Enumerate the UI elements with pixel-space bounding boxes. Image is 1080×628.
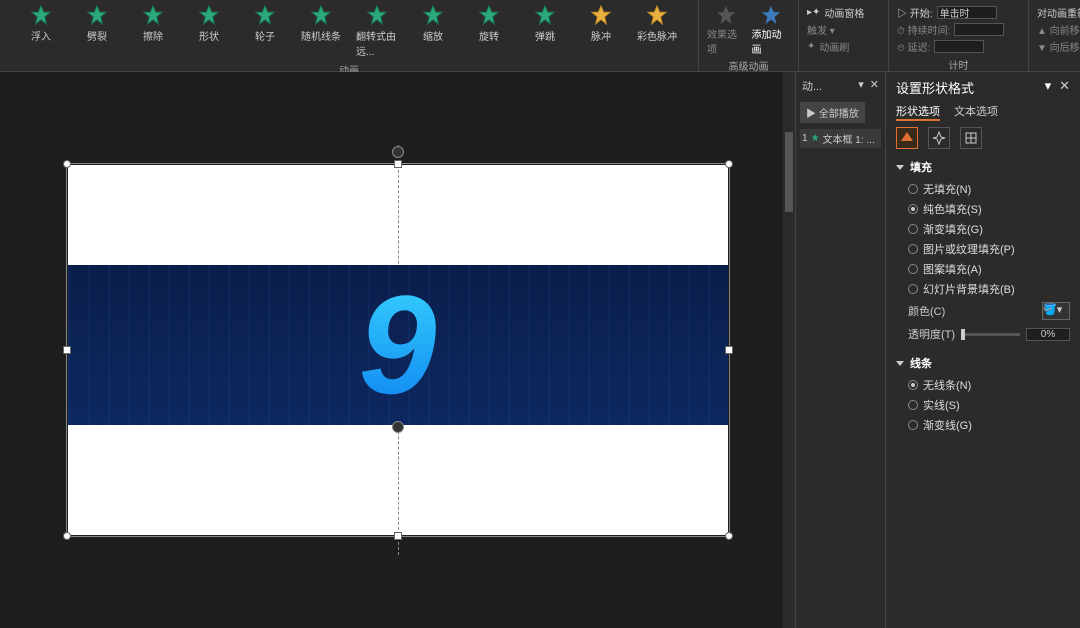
- fill-section: 填充 无填充(N)纯色填充(S)渐变填充(G)图片或纹理填充(P)图案填充(A)…: [896, 159, 1070, 345]
- color-swatch[interactable]: 🪣▾: [1042, 302, 1070, 320]
- effects-icon[interactable]: [928, 127, 950, 149]
- animation-pane-button[interactable]: ▸✦动画窗格: [807, 4, 880, 21]
- line-option-1[interactable]: 实线(S): [896, 395, 1070, 415]
- fill-section-header[interactable]: 填充: [896, 159, 1070, 175]
- anim-list-item[interactable]: 1 ★ 文本框 1: ...: [800, 129, 881, 148]
- line-section: 线条 无线条(N)实线(S)渐变线(G): [896, 355, 1070, 435]
- move-earlier-button: ▲ 向前移动: [1037, 21, 1080, 38]
- transparency-label: 透明度(T): [908, 326, 955, 342]
- anim-gallery-随机线条[interactable]: 随机线条: [300, 4, 342, 58]
- animation-painter-button[interactable]: ✦ 动画刷: [807, 38, 880, 55]
- scrollbar-vertical[interactable]: [783, 72, 795, 628]
- anim-gallery-旋转[interactable]: 旋转: [468, 4, 510, 58]
- ribbon-animation-group: 浮入劈裂擦除形状轮子随机线条翻转式由远...缩放旋转弹跳脉冲彩色脉冲 动画: [0, 0, 698, 71]
- anim-gallery-缩放[interactable]: 缩放: [412, 4, 454, 58]
- ribbon-section-timing: 计时: [897, 57, 1020, 72]
- transparency-input[interactable]: [1026, 328, 1070, 341]
- fill-line-icon[interactable]: [896, 127, 918, 149]
- anim-gallery-彩色脉冲[interactable]: 彩色脉冲: [636, 4, 678, 58]
- line-option-2[interactable]: 渐变线(G): [896, 415, 1070, 435]
- format-pane-dropdown[interactable]: ▾: [1045, 78, 1052, 93]
- anim-pane-close[interactable]: ✕: [870, 79, 879, 91]
- anim-gallery-劈裂[interactable]: 劈裂: [76, 4, 118, 58]
- selection-box: [66, 163, 730, 537]
- anim-pane-dropdown[interactable]: ▾: [858, 79, 864, 91]
- line-section-header[interactable]: 线条: [896, 355, 1070, 371]
- color-label: 颜色(C): [908, 303, 945, 319]
- size-props-icon[interactable]: [960, 127, 982, 149]
- anim-item-index: 1: [802, 133, 808, 144]
- anim-pane-title: 动...: [802, 78, 822, 94]
- handle-sw[interactable]: [63, 532, 71, 540]
- trigger-button[interactable]: 触发 ▾: [807, 21, 880, 38]
- fill-option-3[interactable]: 图片或纹理填充(P): [896, 239, 1070, 259]
- handle-nw[interactable]: [63, 160, 71, 168]
- timing-duration-row: ⏱ 持续时间:: [897, 21, 1020, 38]
- anim-item-label: 文本框 1: ...: [823, 131, 875, 146]
- workspace: 9 动... ▾✕ ▶ 全部播放 1 ★ 文: [0, 72, 1080, 628]
- handle-n[interactable]: [394, 160, 402, 168]
- format-shape-pane: 设置形状格式 ▾ ✕ 形状选项 文本选项 填充 无填充(N)纯色填充(S)渐变填充…: [885, 72, 1080, 628]
- fill-option-1[interactable]: 纯色填充(S): [896, 199, 1070, 219]
- format-pane-close[interactable]: ✕: [1059, 78, 1070, 93]
- handle-e[interactable]: [725, 346, 733, 354]
- handle-w[interactable]: [63, 346, 71, 354]
- tab-text-options[interactable]: 文本选项: [954, 103, 998, 121]
- add-animation-button[interactable]: 添加动画: [752, 4, 791, 56]
- slide[interactable]: 9: [68, 165, 728, 535]
- handle-se[interactable]: [725, 532, 733, 540]
- fill-option-2[interactable]: 渐变填充(G): [896, 219, 1070, 239]
- canvas-area[interactable]: 9: [0, 72, 795, 628]
- anim-gallery-轮子[interactable]: 轮子: [244, 4, 286, 58]
- rotate-handle-top[interactable]: [392, 146, 404, 158]
- anim-gallery-浮入[interactable]: 浮入: [20, 4, 62, 58]
- start-input[interactable]: [937, 6, 997, 19]
- timing-start-row[interactable]: ▷ 开始:: [897, 4, 1020, 21]
- anim-gallery-翻转式由远...[interactable]: 翻转式由远...: [356, 4, 398, 58]
- ribbon-section-advanced: 高级动画: [707, 58, 790, 73]
- fill-option-5[interactable]: 幻灯片背景填充(B): [896, 279, 1070, 299]
- tab-shape-options[interactable]: 形状选项: [896, 103, 940, 121]
- animation-pane: 动... ▾ ✕ ▶ 全部播放 1 ★ 文本框 1: ...: [795, 72, 885, 628]
- handle-ne[interactable]: [725, 160, 733, 168]
- scrollbar-thumb[interactable]: [785, 132, 793, 212]
- line-option-0[interactable]: 无线条(N): [896, 375, 1070, 395]
- fill-option-0[interactable]: 无填充(N): [896, 179, 1070, 199]
- rotate-handle-mid[interactable]: [392, 421, 404, 433]
- reorder-label: 对动画重新排序: [1037, 4, 1080, 21]
- handle-s[interactable]: [394, 532, 402, 540]
- effect-options-button: 效果选项: [707, 4, 746, 56]
- ribbon-right: 效果选项 添加动画 高级动画 ▸✦动画窗格 触发 ▾ ✦ 动画刷 ▷ 开始:: [698, 0, 1080, 71]
- ribbon: 浮入劈裂擦除形状轮子随机线条翻转式由远...缩放旋转弹跳脉冲彩色脉冲 动画 效果…: [0, 0, 1080, 72]
- anim-gallery-弹跳[interactable]: 弹跳: [524, 4, 566, 58]
- move-later-button: ▼ 向后移动: [1037, 38, 1080, 55]
- anim-gallery-形状[interactable]: 形状: [188, 4, 230, 58]
- format-pane-title: 设置形状格式: [896, 78, 974, 97]
- anim-gallery-擦除[interactable]: 擦除: [132, 4, 174, 58]
- anim-gallery-脉冲[interactable]: 脉冲: [580, 4, 622, 58]
- star-icon: ★: [811, 133, 820, 144]
- transparency-slider[interactable]: [961, 333, 1020, 336]
- timing-delay-row: ⏲ 延迟:: [897, 38, 1020, 55]
- fill-option-4[interactable]: 图案填充(A): [896, 259, 1070, 279]
- play-all-button[interactable]: ▶ 全部播放: [800, 102, 865, 123]
